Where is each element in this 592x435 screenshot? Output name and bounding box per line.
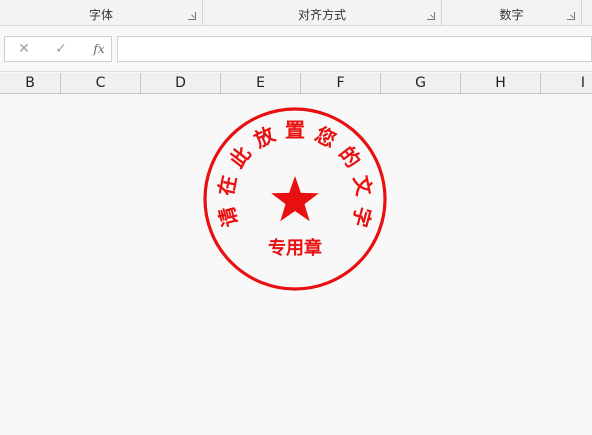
seal-arc-char: 放	[249, 121, 279, 152]
column-header-d[interactable]: D	[141, 73, 221, 93]
official-seal-stamp[interactable]: 请在此放置您的文字 专用章	[200, 104, 390, 294]
font-group-label: 字体	[88, 8, 113, 22]
font-group: 字体	[0, 0, 203, 26]
seal-arc-char: 在	[214, 173, 241, 197]
seal-arc-text: 请在此放置您的文字	[214, 118, 377, 230]
column-header-h[interactable]: H	[461, 73, 541, 93]
font-dialog-launcher-icon[interactable]	[188, 12, 196, 20]
seal-arc-char: 文	[349, 173, 377, 198]
seal-arc-char: 字	[347, 204, 375, 230]
formula-bar: ✕ ✓ fx	[0, 26, 592, 72]
seal-center-text: 专用章	[268, 237, 322, 259]
column-header-f[interactable]: F	[301, 73, 381, 93]
column-header-i[interactable]: I	[541, 73, 592, 93]
seal-arc-char: 此	[225, 142, 256, 172]
check-icon[interactable]: ✓	[51, 40, 71, 58]
alignment-group-label: 对齐方式	[297, 8, 346, 22]
column-header-row: B C D E F G H I	[0, 73, 592, 94]
number-group-label: 数字	[499, 8, 524, 22]
close-icon[interactable]: ✕	[14, 40, 34, 58]
alignment-group: 对齐方式	[203, 0, 442, 26]
column-header-e[interactable]: E	[221, 73, 301, 93]
formula-input[interactable]	[117, 36, 592, 62]
column-header-b[interactable]: B	[0, 73, 61, 93]
star-icon	[271, 176, 319, 222]
formula-buttons: ✕ ✓ fx	[4, 36, 112, 62]
number-group: 数字	[442, 0, 582, 26]
number-dialog-launcher-icon[interactable]	[567, 12, 575, 20]
alignment-dialog-launcher-icon[interactable]	[427, 12, 435, 20]
column-header-g[interactable]: G	[381, 73, 461, 93]
seal-arc-char: 的	[334, 142, 365, 172]
ribbon-group-bar: 字体 对齐方式 数字	[0, 0, 592, 26]
seal-arc-char: 置	[285, 118, 305, 142]
insert-function-button[interactable]: fx	[89, 40, 109, 58]
seal-arc-char: 您	[311, 122, 340, 152]
seal-arc-char: 请	[214, 204, 242, 230]
column-header-c[interactable]: C	[61, 73, 141, 93]
